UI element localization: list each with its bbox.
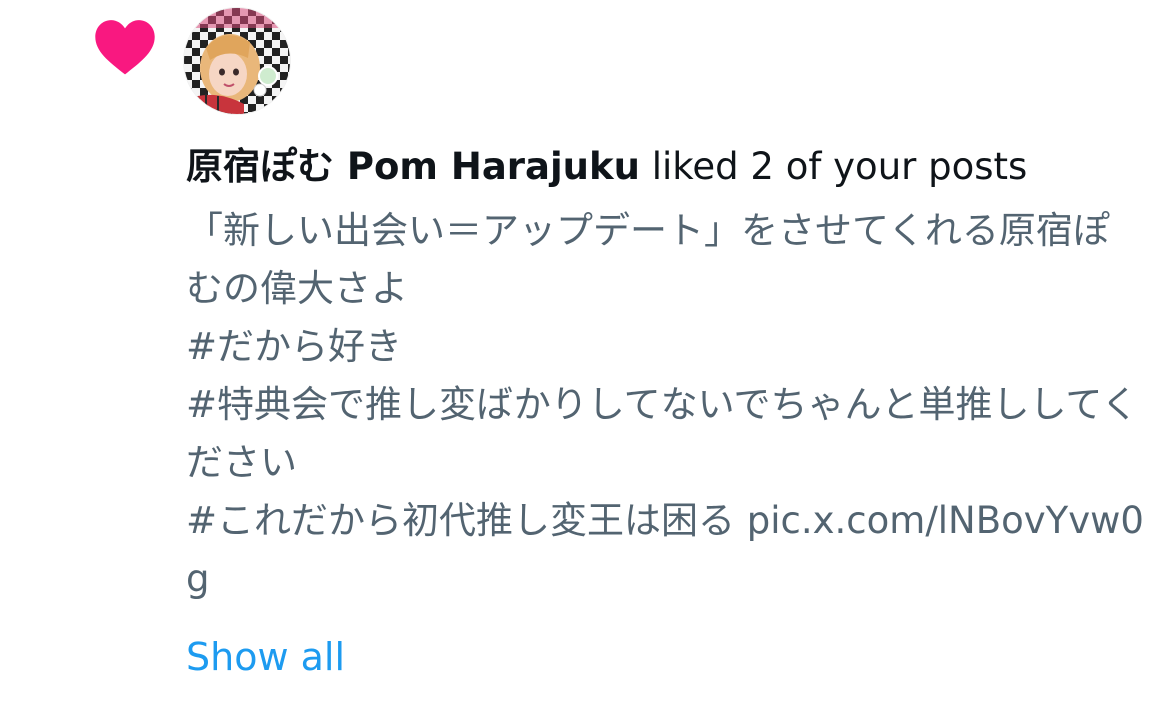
avatar[interactable] (184, 8, 290, 114)
post-text: 「新しい出会い＝アップデート」をさせてくれる原宿ぽむの偉大さよ #だから好き #… (186, 209, 1144, 600)
user-name[interactable]: 原宿ぽむ Pom Harajuku (186, 145, 640, 188)
avatar-image (184, 8, 290, 114)
like-notification[interactable]: 原宿ぽむ Pom Harajuku liked 2 of your posts … (0, 0, 1170, 723)
show-all-link[interactable]: Show all (186, 632, 345, 682)
notification-content: 原宿ぽむ Pom Harajuku liked 2 of your posts … (186, 142, 1146, 682)
action-text: liked 2 of your posts (651, 145, 1028, 188)
heart-icon (95, 20, 155, 75)
notification-headline: 原宿ぽむ Pom Harajuku liked 2 of your posts (186, 142, 1146, 192)
